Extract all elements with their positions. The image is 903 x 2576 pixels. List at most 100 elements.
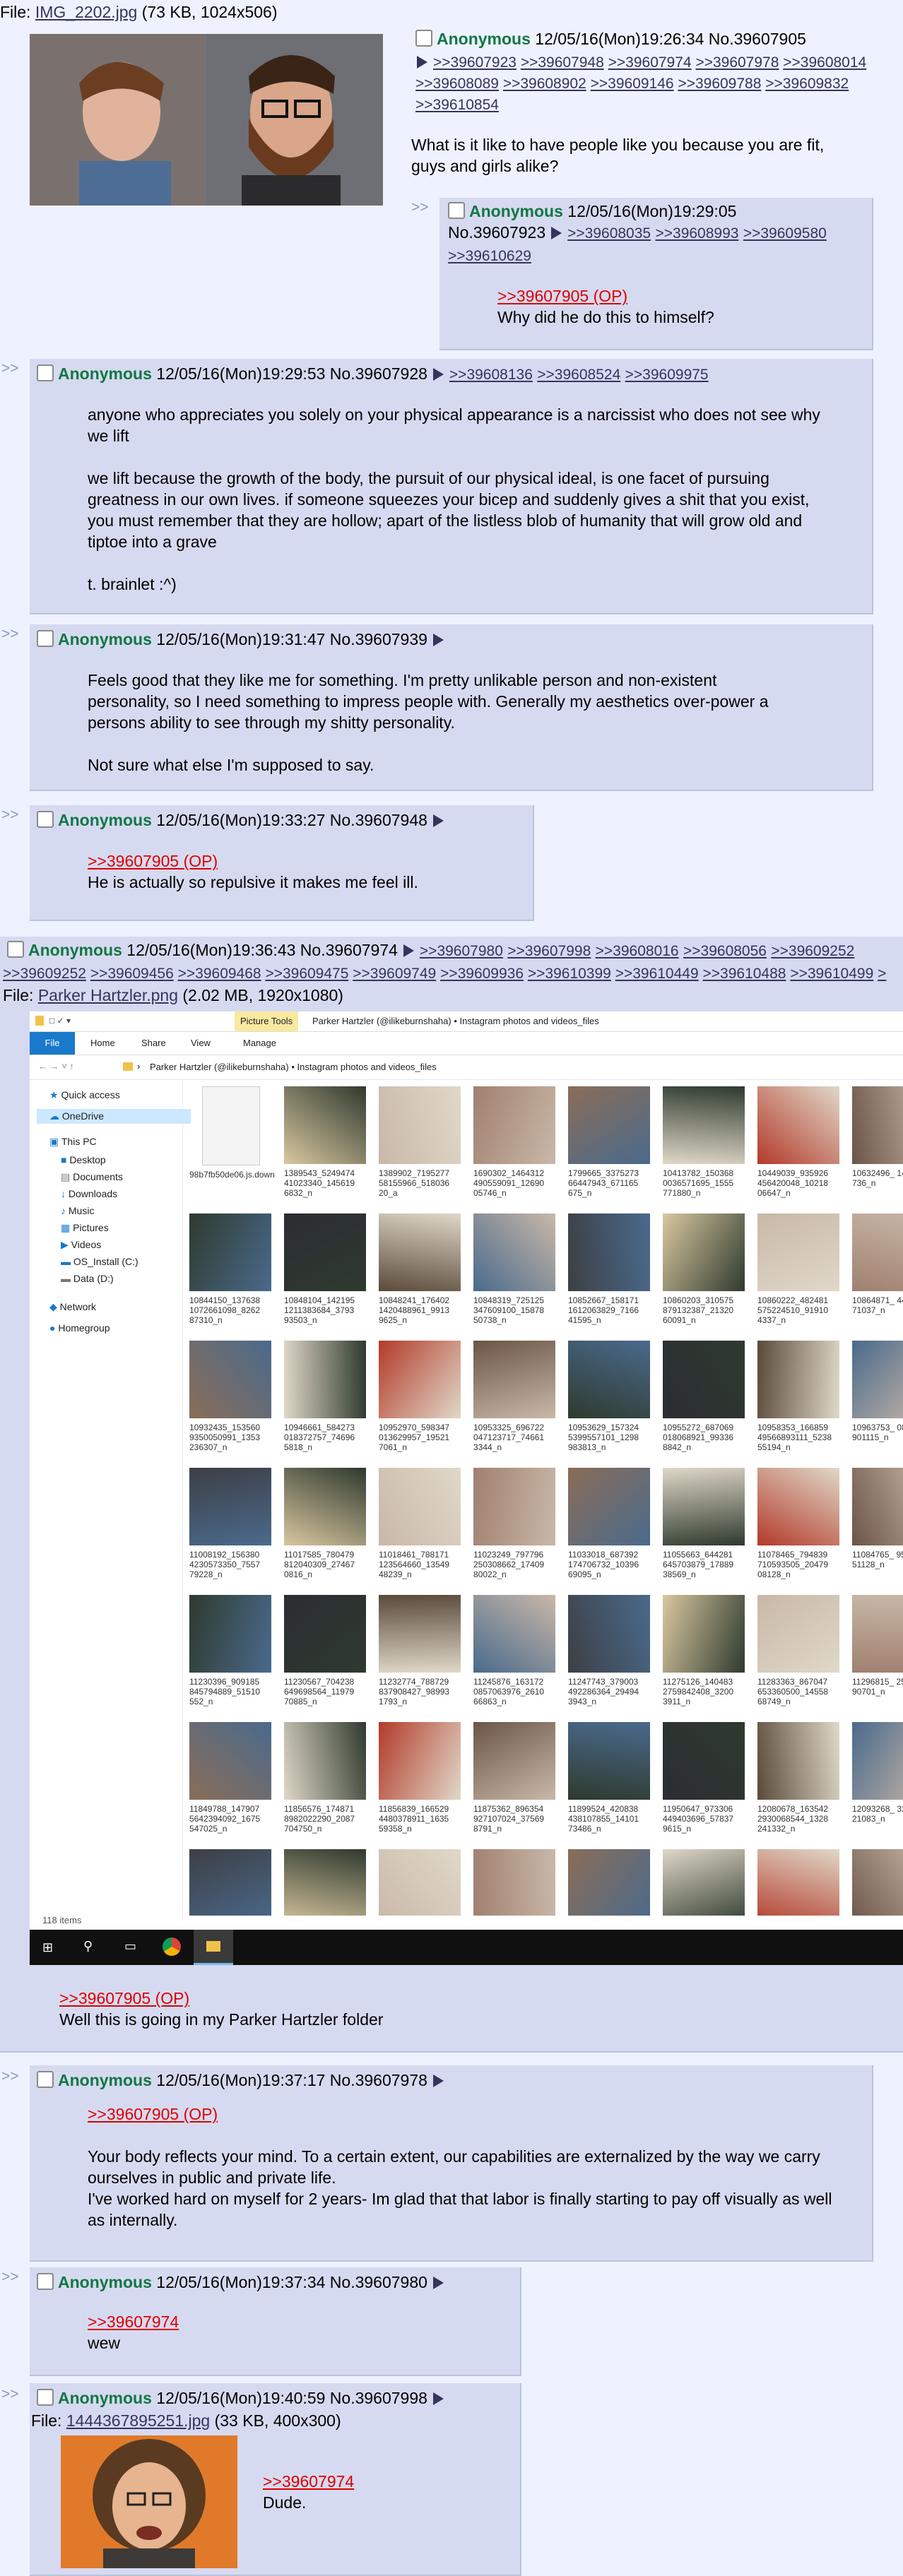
nav-pictures[interactable]: ▦ Pictures [61, 1222, 109, 1234]
file-item[interactable]: 12093268_ 32780601 21083_n [852, 1722, 903, 1848]
backlink[interactable]: >>39608089 [415, 76, 499, 92]
post-menu-arrow-icon[interactable] [432, 634, 444, 646]
ribbon-tab-file[interactable]: File [30, 1032, 75, 1055]
backlink[interactable]: >>39610499 [790, 966, 873, 982]
nav-arrows-icon[interactable]: ← → ˅ ↑ [38, 1061, 74, 1072]
file-item[interactable] [852, 1849, 903, 1916]
nav-homegroup[interactable]: ● Homegroup [49, 1322, 110, 1334]
file-item[interactable] [284, 1849, 369, 1916]
file-item[interactable]: 11078465_794839 710593505_20479 08128_n [757, 1468, 842, 1593]
backlink[interactable]: >>39607998 [507, 943, 591, 959]
file-item[interactable]: 11950647_973306 449403696_57837 9615_n [663, 1722, 748, 1848]
file-item[interactable]: 1389902_7195277 58155966_518036 20_a [379, 1086, 464, 1212]
file-item[interactable]: 1690302_1464312 490559091_12690 05746_n [473, 1086, 558, 1212]
explorer-addressbar[interactable]: ← → ˅ ↑ › Parker Hartzler (@ilikeburnsha… [30, 1055, 903, 1080]
file-item[interactable]: 10860222_482481 575224510_91910 4337_n [757, 1213, 842, 1339]
post-checkbox[interactable] [37, 2273, 54, 2290]
file-item[interactable]: 11849788_147907 5642394092_1675 547025_n [189, 1722, 274, 1848]
backlink[interactable]: >>39609936 [440, 966, 524, 982]
backlink[interactable]: >>39607974 [608, 54, 692, 71]
post-menu-arrow-icon[interactable] [551, 227, 562, 239]
nav-quick-access[interactable]: ★ Quick access [49, 1089, 120, 1101]
nav-drive-c[interactable]: ▬ OS_Install (C:) [61, 1256, 138, 1267]
file-item[interactable]: 10852667_158171 1612063829_7166 41595_n [568, 1213, 653, 1339]
post-number[interactable]: No.39607998 [330, 2389, 427, 2407]
windows-start-icon[interactable]: ⊞ [42, 1940, 53, 1955]
post-menu-arrow-icon[interactable] [432, 2277, 444, 2289]
file-item[interactable]: 10952970_598347 013629957_19521 7061_n [379, 1341, 464, 1466]
file-item[interactable]: 10953325_696722 047123717_74661 3344_n [473, 1341, 558, 1466]
post-checkbox[interactable] [37, 811, 54, 828]
backlink[interactable]: >>39609252 [3, 966, 86, 982]
backlink[interactable]: >>39609832 [765, 76, 849, 92]
backlink[interactable]: >>39607923 [433, 54, 517, 71]
file-item[interactable]: 11232774_788729 837908427_98993 1793_n [379, 1595, 464, 1721]
file-item[interactable]: 10413782_150368 0036571695_1555 771880_n [663, 1086, 748, 1212]
file-item[interactable]: 10946661_584273 018372757_74696 5818_n [284, 1341, 369, 1466]
file-item[interactable]: 11008192_156380 4230573350_7557 79228_n [189, 1468, 274, 1593]
backlink[interactable]: >>39610854 [415, 97, 499, 113]
backlink[interactable]: >>39608902 [503, 76, 586, 92]
post-menu-arrow-icon[interactable] [417, 56, 427, 69]
backlink[interactable]: >>39609788 [678, 76, 761, 92]
nav-desktop[interactable]: ■ Desktop [61, 1154, 106, 1165]
file-item[interactable]: 10860203_310575 879132387_21320 60091_n [663, 1213, 748, 1339]
file-item[interactable]: 10932435_153560 9350050991_1353 236307_n [189, 1341, 274, 1466]
backlink[interactable]: >>39608056 [683, 943, 767, 959]
ribbon-tab-share[interactable]: Share [141, 1038, 166, 1048]
ribbon-tab-manage[interactable]: Manage [243, 1038, 276, 1048]
post-checkbox[interactable] [37, 364, 54, 381]
backlink[interactable]: >>39608014 [783, 54, 866, 71]
file-item[interactable]: 11017585_780479 812040309_27467 0816_n [284, 1468, 369, 1593]
backlink[interactable]: >>39609580 [743, 225, 827, 242]
quote-link[interactable]: >>39607974 [88, 2313, 179, 2331]
file-item[interactable]: 11018461_788171 123564660_13549 48239_n [379, 1468, 464, 1593]
file-item[interactable]: 11856839_166529 4480378911_1635 59358_n [379, 1722, 464, 1848]
file-item[interactable]: 10958353_166859 49566893111_5238 55194_n [757, 1341, 842, 1466]
file-item[interactable] [757, 1849, 842, 1916]
quote-link[interactable]: >>39607905 (OP) [497, 287, 627, 305]
file-item[interactable]: 10848104_142195 1211383684_3793 93503_n [284, 1213, 369, 1339]
post-number[interactable]: No.39607948 [330, 811, 427, 829]
nav-drive-d[interactable]: ▬ Data (D:) [61, 1273, 114, 1284]
backlink[interactable]: >>39607948 [521, 54, 604, 71]
chrome-icon[interactable] [163, 1937, 181, 1956]
file-item[interactable]: 10632496_ 14767954 736_n [852, 1086, 903, 1212]
file-item[interactable]: 10848241_176402 1420488961_9913 9625_n [379, 1213, 464, 1339]
backlink[interactable]: >>39610399 [528, 966, 611, 982]
file-item[interactable]: 98b7fb50de06.js.download [189, 1086, 274, 1212]
backlink[interactable]: >>39608016 [596, 943, 679, 959]
file-item[interactable]: 11899524_420838 438107855_14101 73486_n [568, 1722, 653, 1848]
file-item[interactable]: 11875362_896354 927107024_37569 8791_n [473, 1722, 558, 1848]
nav-onedrive[interactable]: ☁ OneDrive [37, 1109, 191, 1124]
backlink[interactable]: >>39608993 [655, 225, 738, 242]
file-item[interactable]: 11856576_174871 8982022290_2087 704750_n [284, 1722, 369, 1848]
file-item[interactable]: 11230567_704238 649698564_11979 70885_n [284, 1595, 369, 1721]
backlink[interactable]: >>39609975 [625, 367, 709, 383]
quote-link[interactable]: >>39607974 [263, 2472, 354, 2491]
backlink[interactable]: >>39610629 [448, 248, 531, 264]
post-thumbnail[interactable] [61, 2435, 237, 2568]
post-checkbox[interactable] [37, 630, 54, 647]
file-item[interactable]: 11230396_909185 845794889_51510 552_n [189, 1595, 274, 1721]
backlink[interactable]: >>39610488 [703, 966, 786, 982]
backlink[interactable]: > [878, 966, 886, 982]
post-menu-arrow-icon[interactable] [432, 2075, 444, 2087]
nav-this-pc[interactable]: ▣ This PC [49, 1136, 97, 1148]
post-checkbox[interactable] [37, 2389, 54, 2406]
file-item[interactable]: 10963753_ 08382880 901115_n [852, 1341, 903, 1466]
nav-music[interactable]: ♪ Music [61, 1205, 94, 1216]
file-item[interactable] [663, 1849, 748, 1916]
file-item[interactable]: 10449039_935926 456420048_10218 06647_n [757, 1086, 842, 1212]
backlink[interactable]: >>39609749 [353, 966, 436, 982]
explorer-screenshot[interactable]: □ ✓ ▾ Picture Tools Parker Hartzler (@il… [30, 1011, 903, 1965]
post-menu-arrow-icon[interactable] [432, 2392, 444, 2405]
quote-link[interactable]: >>39607905 (OP) [88, 852, 218, 870]
nav-downloads[interactable]: ↓ Downloads [61, 1188, 117, 1199]
file-explorer-taskbar-icon[interactable] [194, 1930, 233, 1965]
op-checkbox[interactable] [415, 30, 432, 47]
file-item[interactable]: 11055663_644281 645703879_17889 38569_n [663, 1468, 748, 1593]
nav-network[interactable]: ◆ Network [49, 1301, 96, 1313]
backlink[interactable]: >>39607980 [420, 943, 503, 959]
op-file-link[interactable]: IMG_2202.jpg [35, 3, 137, 21]
